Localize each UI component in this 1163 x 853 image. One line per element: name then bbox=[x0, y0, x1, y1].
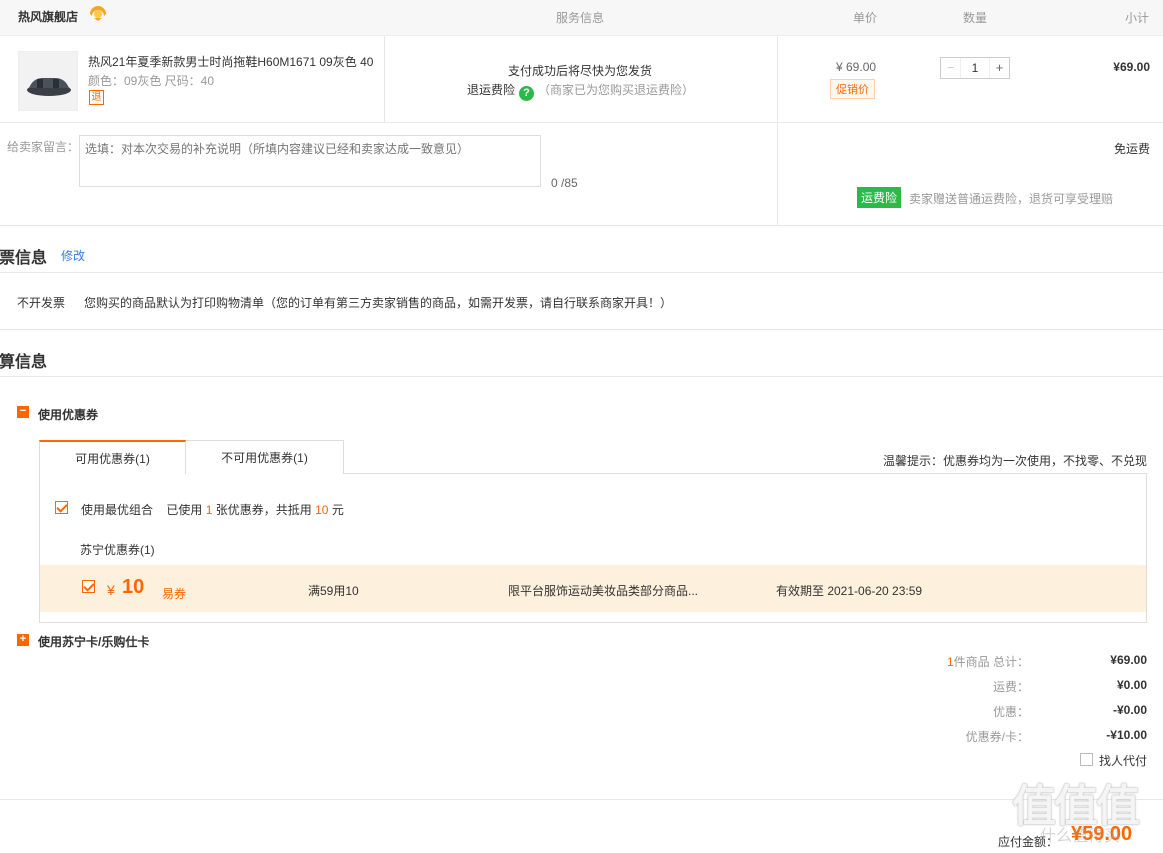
best-combo-text: 使用最优组合 已使用 1 张优惠券，共抵用 10 元 bbox=[81, 501, 344, 518]
shipping-value: ¥0.00 bbox=[1116, 678, 1147, 692]
best-used-suffix: 元 bbox=[331, 503, 344, 517]
shipping-label: 运费： bbox=[992, 680, 1029, 694]
divider bbox=[0, 122, 1163, 123]
cart-header: 热风旗舰店 服务信息 单价 数量 小计 bbox=[0, 0, 1163, 36]
divider bbox=[0, 225, 1163, 226]
coupon-type: 易券 bbox=[162, 587, 187, 601]
qty-input[interactable]: 1 bbox=[961, 58, 989, 78]
divider bbox=[384, 36, 385, 122]
help-icon[interactable]: ? bbox=[519, 86, 535, 101]
coupon-amount: 10 bbox=[122, 576, 145, 598]
pay-for-me-checkbox[interactable] bbox=[1080, 753, 1093, 766]
insurance-note: （商家已为您购买退运费险） bbox=[538, 83, 695, 97]
discount-value: -¥0.00 bbox=[1112, 703, 1147, 717]
insurance-text: 卖家赠送普通运费险，退货可享受理赔 bbox=[909, 192, 1114, 206]
coupon-checkbox[interactable] bbox=[82, 580, 95, 593]
col-service: 服务信息 bbox=[556, 11, 605, 25]
product-image[interactable] bbox=[18, 51, 78, 111]
items-total-value: ¥69.00 bbox=[1110, 653, 1147, 667]
col-subtotal: 小计 bbox=[1124, 11, 1149, 25]
items-total-label: 1件商品 总计： bbox=[947, 653, 1029, 670]
collapse-icon[interactable]: − bbox=[17, 406, 29, 418]
discount-label: 优惠： bbox=[992, 705, 1029, 719]
best-used-prefix: 已使用 bbox=[166, 503, 203, 517]
best-used-count: 1 bbox=[205, 503, 213, 517]
col-qty: 数量 bbox=[963, 11, 988, 25]
shipping-fee: 免运费 bbox=[1113, 142, 1150, 156]
promo-badge: 促销价 bbox=[830, 79, 875, 99]
item-count: 1 bbox=[946, 655, 954, 669]
divider bbox=[0, 329, 1163, 330]
best-used-amount: 10 bbox=[315, 503, 329, 517]
invoice-desc: 您购买的商品默认为打印购物清单（您的订单有第三方卖家销售的商品，如需开发票，请自… bbox=[84, 296, 673, 310]
tab-unavailable-coupons[interactable]: 不可用优惠券(1) bbox=[185, 440, 344, 474]
insurance-badge: 运费险 bbox=[857, 187, 902, 208]
message-input[interactable] bbox=[79, 135, 541, 187]
coupon-tip: 温馨提示：优惠券均为一次使用，不找零、不兑现 bbox=[882, 454, 1147, 468]
coupon-deduct-label: 优惠券/卡： bbox=[965, 730, 1029, 744]
unit-price: ¥ 69.00 bbox=[836, 60, 877, 74]
coupon-currency: ¥ bbox=[107, 582, 115, 598]
shop-badge-icon bbox=[90, 6, 106, 21]
return-tag: 退 bbox=[89, 90, 104, 105]
col-price: 单价 bbox=[853, 11, 878, 25]
settlement-title: 结算信息 bbox=[0, 354, 48, 371]
message-label: 给卖家留言： bbox=[7, 140, 80, 154]
qty-minus-button[interactable]: − bbox=[941, 58, 961, 78]
coupon-section-label[interactable]: 使用优惠券 bbox=[38, 406, 98, 423]
coupon-group-name: 苏宁优惠券(1) bbox=[80, 543, 155, 557]
shop-name[interactable]: 热风旗舰店 bbox=[18, 8, 78, 25]
product-attrs: 颜色：09灰色 尺码：40 bbox=[88, 74, 215, 88]
coupon-deduct-value: -¥10.00 bbox=[1106, 728, 1147, 742]
slipper-image-icon bbox=[27, 78, 71, 96]
invoice-edit-link[interactable]: 修改 bbox=[61, 247, 85, 264]
product-title[interactable]: 热风21年夏季新款男士时尚拖鞋H60M1671 09灰色 40 bbox=[88, 53, 374, 70]
best-used-mid: 张优惠券，共抵用 bbox=[215, 503, 312, 517]
coupon-validity: 有效期至 2021-06-20 23:59 bbox=[776, 584, 923, 598]
expand-icon[interactable]: + bbox=[17, 634, 29, 646]
best-combo-label: 使用最优组合 bbox=[81, 503, 154, 517]
divider bbox=[0, 272, 1163, 273]
divider bbox=[0, 376, 1163, 377]
pay-for-me-label[interactable]: 找人代付 bbox=[1099, 752, 1147, 769]
divider bbox=[0, 799, 1163, 800]
invoice-type: 不开发票 bbox=[17, 296, 66, 310]
invoice-title: 发票信息 bbox=[0, 250, 48, 267]
coupon-condition: 满59用10 bbox=[308, 584, 359, 598]
quantity-stepper: − 1 + bbox=[940, 57, 1010, 79]
insurance-label: 退运费险 bbox=[467, 83, 516, 97]
divider bbox=[777, 36, 778, 226]
best-combo-checkbox[interactable] bbox=[55, 501, 68, 514]
coupon-scope: 限平台服饰运动美妆品类部分商品... bbox=[508, 584, 699, 598]
service-insurance: 退运费险? （商家已为您购买退运费险） bbox=[467, 81, 694, 101]
watermark-sub: 什么值得买 bbox=[1040, 826, 1121, 845]
items-label: 件商品 总计： bbox=[953, 655, 1029, 669]
service-shipping-note: 支付成功后将尽快为您发货 bbox=[508, 64, 653, 78]
qty-plus-button[interactable]: + bbox=[989, 58, 1009, 78]
message-char-count: 0 /85 bbox=[551, 176, 578, 190]
card-section-label[interactable]: 使用苏宁卡/乐购仕卡 bbox=[38, 633, 149, 650]
tab-available-coupons[interactable]: 可用优惠券(1) bbox=[39, 440, 186, 474]
line-subtotal: ¥69.00 bbox=[1113, 60, 1150, 74]
